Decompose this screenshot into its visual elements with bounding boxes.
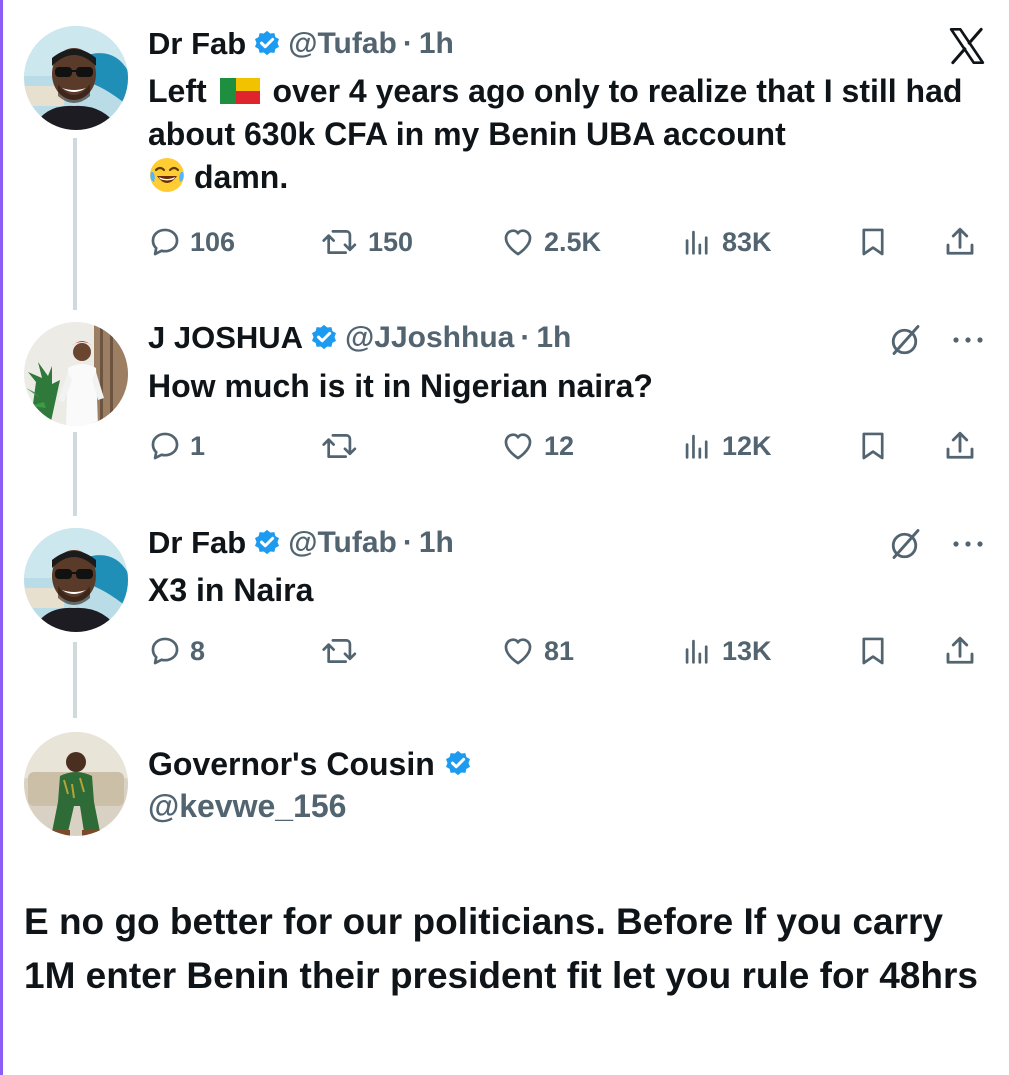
separator-dot: · — [402, 526, 413, 559]
like-count: 12 — [544, 430, 575, 461]
avatar[interactable] — [24, 528, 128, 632]
views-count: 83K — [722, 226, 772, 257]
laughing-emoji-icon — [150, 158, 184, 192]
tweet-actions: 8 81 13K — [148, 631, 988, 671]
quote-author-name-row: Governor's Cousin — [148, 742, 479, 786]
reply-count: 106 — [190, 226, 236, 257]
repost-icon — [322, 639, 357, 663]
avatar[interactable] — [24, 26, 128, 130]
like-button[interactable]: 81 — [500, 631, 574, 671]
verified-badge-icon — [445, 750, 470, 776]
verified-badge-icon — [255, 529, 280, 555]
reply-button[interactable]: 1 — [148, 426, 205, 466]
verified-badge-icon — [312, 324, 337, 350]
reply-count: 8 — [190, 635, 206, 666]
views-button[interactable]: 83K — [680, 222, 772, 262]
repost-button[interactable] — [320, 426, 368, 466]
share-icon[interactable] — [942, 224, 978, 260]
reply-icon — [151, 637, 179, 665]
author-name[interactable]: J JOSHUA — [148, 320, 303, 356]
heart-icon — [504, 638, 532, 665]
tweet-text-part: Left — [148, 73, 207, 109]
repost-button[interactable]: 150 — [320, 222, 413, 262]
like-count: 2.5K — [544, 226, 602, 257]
timestamp[interactable]: 1h — [419, 27, 454, 61]
tweet-actions: 106 150 2.5K 83K — [148, 222, 988, 262]
thread-line — [73, 138, 77, 310]
tweet-header: Dr Fab @Tufab · 1h — [148, 24, 454, 64]
benin-flag-icon — [219, 78, 260, 104]
heart-icon — [504, 433, 532, 460]
views-count: 12K — [722, 430, 772, 461]
separator-dot: · — [402, 27, 413, 60]
verified-badge-icon — [255, 30, 280, 56]
author-name[interactable]: Dr Fab — [148, 525, 246, 561]
like-count: 81 — [544, 635, 575, 666]
thread-line — [73, 642, 77, 718]
avatar[interactable] — [24, 732, 128, 836]
author-handle[interactable]: @Tufab — [288, 27, 397, 61]
tweet-text-part: damn. — [194, 159, 289, 195]
reply-icon — [151, 228, 179, 256]
thread-line — [73, 432, 77, 516]
grok-icon[interactable] — [888, 322, 924, 358]
author-handle[interactable]: @kevwe_156 — [148, 788, 346, 825]
author-handle[interactable]: @JJoshhua — [345, 321, 514, 355]
tweet-actions: 1 12 12K — [148, 426, 988, 466]
reply-count: 1 — [190, 430, 206, 461]
timestamp[interactable]: 1h — [419, 526, 454, 560]
avatar[interactable] — [24, 322, 128, 426]
x-logo-icon[interactable] — [947, 26, 987, 66]
tweet-header: J JOSHUA @JJoshhua · 1h — [148, 318, 571, 358]
like-button[interactable]: 12 — [500, 426, 574, 466]
author-handle[interactable]: @Tufab — [288, 526, 397, 560]
more-icon[interactable] — [950, 330, 986, 350]
reply-button[interactable]: 106 — [148, 222, 235, 262]
repost-count: 150 — [368, 226, 414, 257]
views-icon — [685, 230, 708, 255]
more-icon[interactable] — [950, 534, 986, 554]
tweet-text: Left over 4 years ago only to realize th… — [148, 70, 978, 199]
author-name[interactable]: Dr Fab — [148, 26, 246, 62]
repost-button[interactable] — [320, 631, 368, 671]
share-icon[interactable] — [942, 633, 978, 669]
bookmark-icon[interactable] — [856, 429, 890, 463]
repost-icon — [322, 230, 357, 254]
tweet-text-part: over 4 years ago only to realize that I … — [148, 73, 963, 152]
grok-icon[interactable] — [888, 526, 924, 562]
views-icon — [685, 434, 708, 459]
quote-text: E no go better for our politicians. Befo… — [24, 901, 978, 996]
tweet-header: Dr Fab @Tufab · 1h — [148, 523, 454, 563]
reply-icon — [151, 432, 179, 460]
share-icon[interactable] — [942, 428, 978, 464]
views-count: 13K — [722, 635, 772, 666]
bookmark-icon[interactable] — [856, 634, 890, 668]
heart-icon — [504, 229, 532, 256]
tweet-text: X3 in Naira — [148, 572, 314, 608]
views-button[interactable]: 12K — [680, 426, 772, 466]
tweet-text: How much is it in Nigerian naira? — [148, 368, 653, 404]
separator-dot: · — [520, 321, 531, 354]
author-name[interactable]: Governor's Cousin — [148, 746, 435, 783]
views-icon — [685, 639, 708, 664]
frame-border — [0, 0, 3, 1075]
views-button[interactable]: 13K — [680, 631, 772, 671]
repost-icon — [322, 434, 357, 458]
bookmark-icon[interactable] — [856, 225, 890, 259]
timestamp[interactable]: 1h — [536, 321, 571, 355]
reply-button[interactable]: 8 — [148, 631, 205, 671]
like-button[interactable]: 2.5K — [500, 222, 601, 262]
